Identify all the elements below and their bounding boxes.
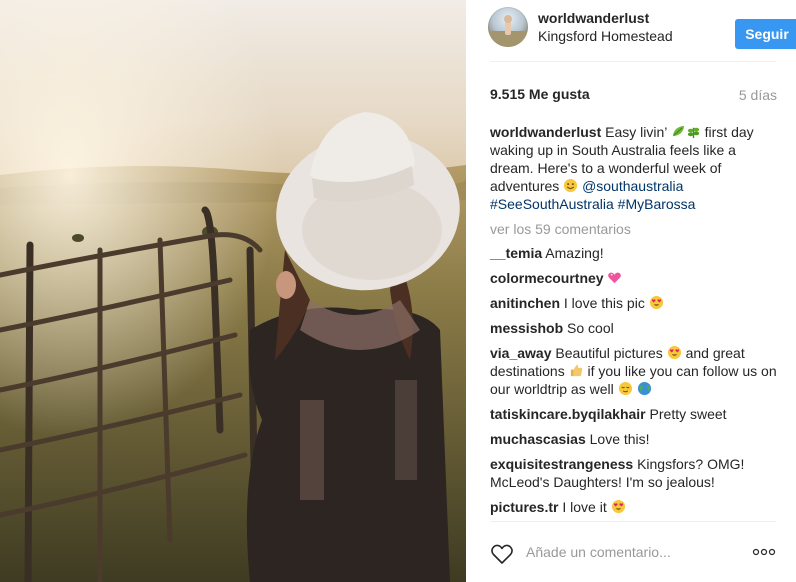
comment-item: messishob So cool	[490, 319, 780, 337]
comment-item: exquisitestrangeness Kingsfors? OMG! McL…	[490, 455, 780, 491]
photo-illustration	[0, 0, 466, 582]
thumbs-up-emoji-icon	[570, 364, 582, 377]
comment-text: I love it	[562, 499, 607, 515]
avatar-image-icon	[488, 15, 528, 47]
caption-mention-link[interactable]: @southaustralia	[582, 178, 683, 194]
comment-text: Pretty sweet	[649, 406, 727, 422]
comment-item: colormecourtney	[490, 269, 780, 287]
hashtag-link[interactable]: #SeeSouthAustralia	[490, 196, 614, 212]
comment-username[interactable]: tatiskincare.byqilakhair	[490, 406, 646, 422]
view-all-comments-link[interactable]: ver los 59 comentarios	[490, 220, 780, 238]
comment-item: tatiskincare.byqilakhair Pretty sweet	[490, 405, 780, 423]
post-username[interactable]: worldwanderlust	[538, 10, 649, 26]
add-comment-input[interactable]: Añade un comentario...	[526, 544, 671, 560]
comment-text: So cool	[567, 320, 614, 336]
comment-text: Amazing!	[545, 245, 604, 261]
sparkling-heart-emoji-icon	[608, 272, 622, 284]
caption: worldwanderlust Easy livin’ first day wa…	[490, 123, 780, 213]
post-photo[interactable]	[0, 0, 466, 582]
globe-emoji-icon	[637, 381, 651, 396]
comment-text: Beautiful pictures	[555, 345, 663, 361]
divider	[490, 61, 776, 62]
comment-text: Love this!	[589, 431, 650, 447]
comment-username[interactable]: via_away	[490, 345, 552, 361]
post-header: worldwanderlust Kingsford Homestead Segu…	[488, 7, 796, 49]
comment-item: anitinchen I love this pic	[490, 294, 780, 312]
like-count[interactable]: 9.515 Me gusta	[490, 86, 590, 102]
post-location[interactable]: Kingsford Homestead	[538, 28, 673, 44]
herb-emoji-icon	[687, 127, 699, 139]
relieved-emoji-icon	[618, 381, 632, 396]
caption-username[interactable]: worldwanderlust	[490, 124, 601, 140]
comment-item: muchascasias Love this!	[490, 430, 780, 448]
comment-username[interactable]: anitinchen	[490, 295, 560, 311]
divider	[490, 521, 776, 522]
follow-button[interactable]: Seguir	[735, 19, 796, 49]
post-time[interactable]: 5 días	[739, 87, 777, 103]
comment-username[interactable]: colormecourtney	[490, 270, 604, 286]
smile-emoji-icon	[564, 178, 578, 193]
heart-eyes-emoji-icon	[667, 345, 681, 360]
comment-text: I love this pic	[563, 295, 645, 311]
add-comment-bar: Añade un comentario...	[490, 540, 780, 568]
comment-username[interactable]: messishob	[490, 320, 563, 336]
comment-item: __temia Amazing!	[490, 244, 780, 262]
heart-eyes-emoji-icon	[611, 499, 625, 514]
leaf-emoji-icon	[672, 125, 684, 137]
heart-outline-icon[interactable]	[490, 543, 514, 565]
comment-username[interactable]: pictures.tr	[490, 499, 558, 515]
comment-item: via_away Beautiful pictures and great de…	[490, 344, 780, 398]
post-sidebar: worldwanderlust Kingsford Homestead Segu…	[466, 0, 796, 582]
comment-username[interactable]: exquisitestrangeness	[490, 456, 633, 472]
comments-list: worldwanderlust Easy livin’ first day wa…	[490, 123, 780, 523]
avatar[interactable]	[488, 7, 528, 47]
comment-username[interactable]: __temia	[490, 245, 542, 261]
hashtag-link[interactable]: #MyBarossa	[618, 196, 696, 212]
caption-text-start: Easy livin’	[605, 124, 667, 140]
more-options-icon[interactable]	[752, 548, 776, 556]
comment-item: pictures.tr I love it	[490, 498, 780, 516]
heart-eyes-emoji-icon	[649, 295, 663, 310]
comment-username[interactable]: muchascasias	[490, 431, 586, 447]
